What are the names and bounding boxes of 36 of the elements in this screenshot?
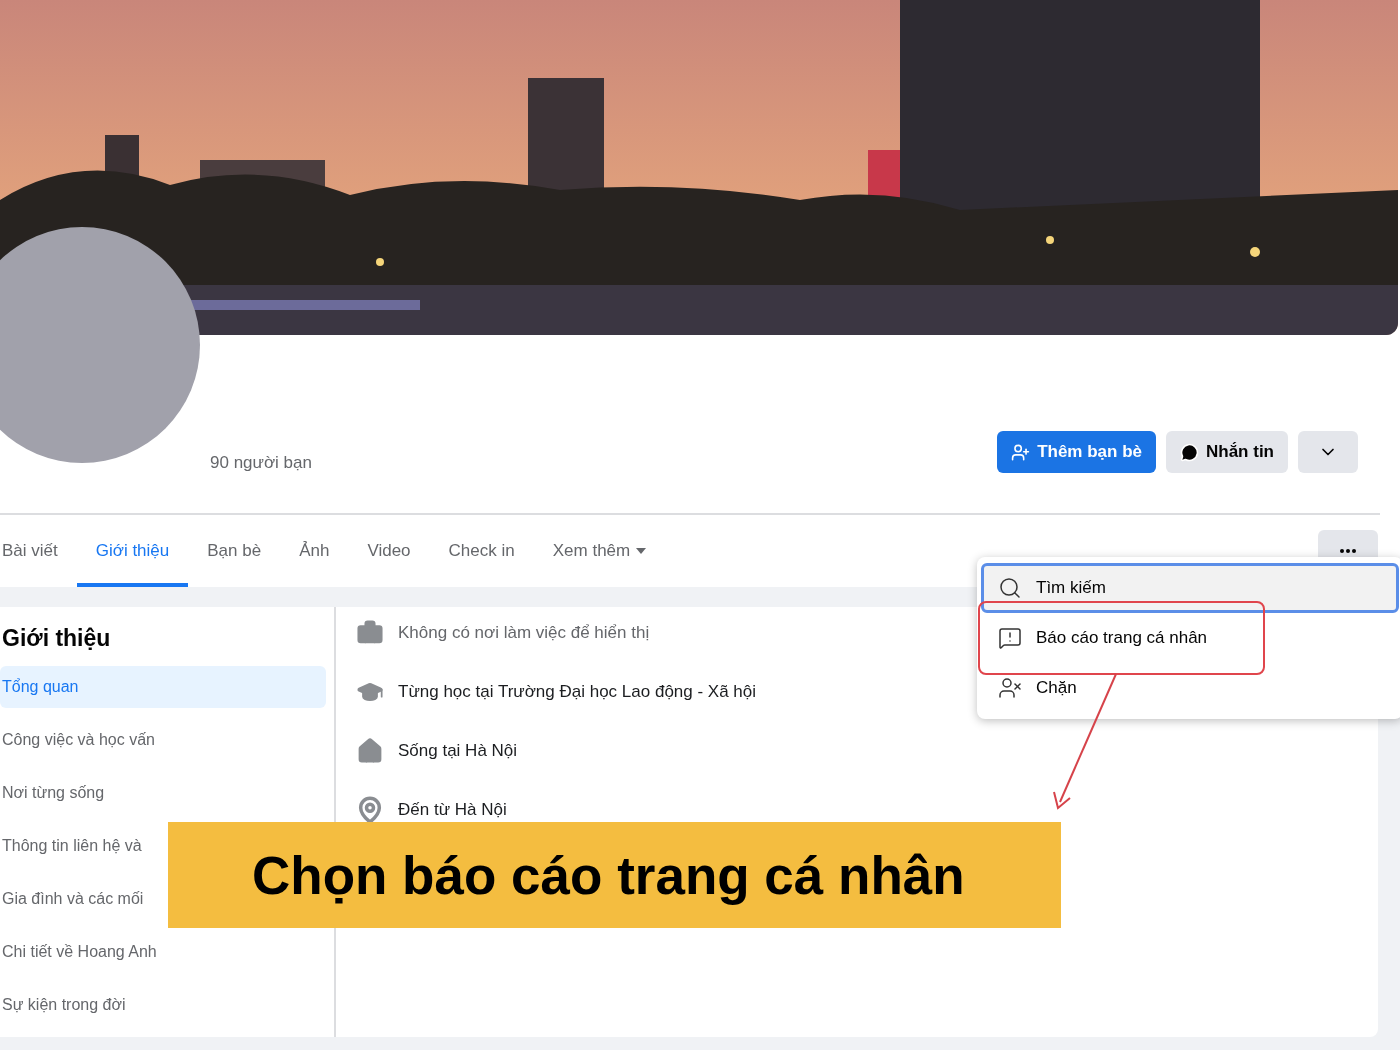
- sidebar-item[interactable]: Nơi từng sống: [0, 772, 105, 814]
- profile-tab[interactable]: Check in: [429, 515, 534, 587]
- section-title: Giới thiệu: [1, 624, 112, 653]
- house-icon: [356, 737, 384, 765]
- overview-text: Đến từ Hà Nội: [398, 800, 507, 820]
- sidebar-item[interactable]: Tổng quan: [0, 666, 326, 708]
- menu-item[interactable]: Tìm kiếm: [981, 563, 1399, 613]
- overview-text: Không có nơi làm việc để hiển thị: [398, 623, 650, 643]
- overview-text: Từng học tại Trường Đại học Lao động - Xã hội: [398, 682, 757, 702]
- menu-item-label: Tìm kiếm: [1036, 578, 1106, 598]
- sidebar-item[interactable]: Chi tiết về Hoang Anh: [0, 931, 157, 973]
- caption-text: Chọn báo cáo trang cá nhân: [252, 844, 965, 906]
- search-icon: [998, 576, 1022, 600]
- add-friend-button[interactable]: Thêm bạn bè: [997, 431, 1156, 473]
- sidebar-item[interactable]: Thông tin liên hệ và: [0, 825, 142, 867]
- sidebar-item[interactable]: Sự kiện trong đời: [0, 984, 126, 1026]
- profile-tab[interactable]: Bài viết: [0, 515, 77, 587]
- sidebar-item[interactable]: Công việc và học vấn: [0, 719, 155, 761]
- profile-tab[interactable]: Ảnh: [280, 515, 349, 587]
- report-icon: [998, 626, 1022, 650]
- profile-tab[interactable]: Video: [348, 515, 430, 587]
- profile-tab[interactable]: Bạn bè: [188, 515, 281, 587]
- menu-item-label: Chặn: [1036, 678, 1077, 698]
- block-user-icon: [998, 676, 1022, 700]
- profile-tab[interactable]: Xem thêm: [533, 515, 666, 587]
- sidebar-item[interactable]: Gia đình và các mối: [0, 878, 144, 920]
- menu-item[interactable]: Báo cáo trang cá nhân: [981, 613, 1399, 663]
- message-button[interactable]: Nhắn tin: [1166, 431, 1288, 473]
- user-plus-icon: [1011, 442, 1031, 462]
- more-icon: [1340, 549, 1356, 553]
- menu-item-label: Báo cáo trang cá nhân: [1036, 628, 1208, 648]
- chat-bubble-icon: [1180, 442, 1199, 462]
- map-pin-icon: [356, 796, 384, 824]
- overview-text: Sống tại Hà Nội: [398, 741, 518, 761]
- friends-count: 90 người bạn: [210, 453, 312, 473]
- menu-item[interactable]: Chặn: [981, 663, 1399, 713]
